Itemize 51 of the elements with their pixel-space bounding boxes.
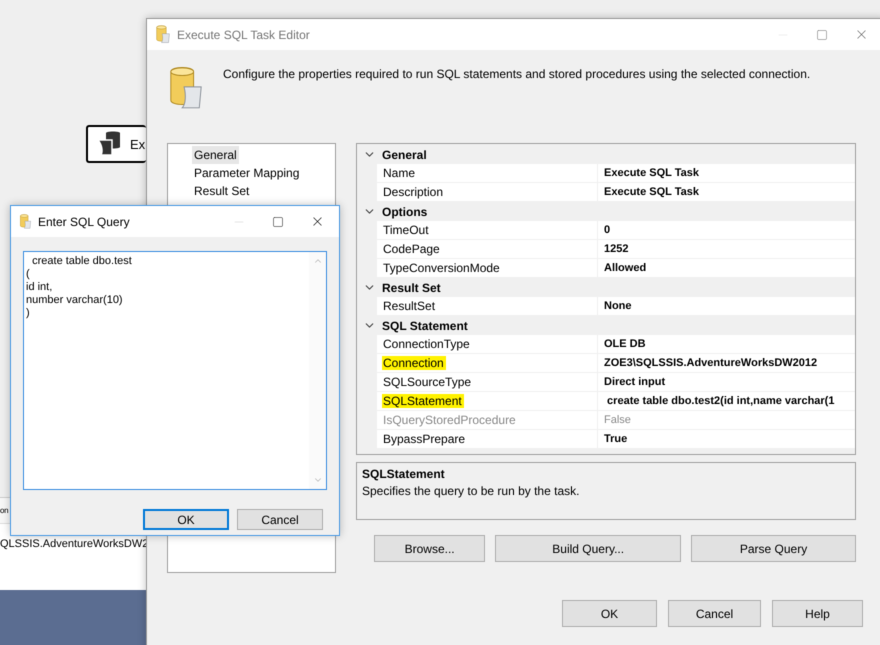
dialog-button[interactable]: OK [143, 509, 229, 530]
category-label: General [382, 148, 427, 162]
description-text: Configure the properties required to run SQL statements and stored procedures using the selected connection. [223, 67, 810, 81]
property-name: ResultSet [382, 299, 436, 313]
property-name: Name [382, 166, 416, 180]
property-name: IsQueryStoredProcedure [382, 413, 517, 427]
property-value[interactable]: Direct input [598, 373, 855, 391]
task-label: Ex [130, 136, 146, 152]
dialog-button[interactable]: Help [772, 600, 863, 627]
dialog-button[interactable]: OK [562, 600, 657, 627]
property-name: SQLSourceType [382, 375, 472, 389]
property-value[interactable]: Allowed [598, 259, 855, 277]
query-button[interactable]: Browse... [374, 535, 486, 562]
property-value[interactable]: 1252 [598, 240, 855, 258]
property-name: Description [382, 185, 444, 199]
category-label: Options [382, 204, 428, 218]
dialog-title: Enter SQL Query [38, 214, 131, 228]
database-icon [19, 214, 32, 229]
page-item[interactable]: General [192, 146, 239, 164]
window-title: Execute SQL Task Editor [177, 28, 311, 42]
property-name: CodePage [382, 242, 441, 256]
property-value[interactable]: ZOE3\SQLSSIS.AdventureWorksDW2012 [598, 354, 855, 372]
connection-value: QLSSIS.AdventureWorksDW2 [0, 538, 146, 550]
category-label: Result Set [382, 280, 441, 294]
dialog-button[interactable]: Cancel [668, 600, 761, 627]
help-title: SQLStatement [362, 467, 445, 481]
property-value[interactable]: 0 [598, 221, 855, 239]
property-value[interactable]: None [598, 297, 855, 315]
task-node[interactable]: Ex [86, 125, 146, 163]
help-text: Specifies the query to be run by the task. [362, 484, 580, 498]
query-button[interactable]: Build Query... [495, 535, 682, 562]
page-item[interactable]: Parameter Mapping [192, 164, 302, 182]
property-value[interactable]: OLE DB [598, 335, 855, 353]
property-value[interactable]: True [598, 430, 855, 448]
category-label: SQL Statement [382, 318, 468, 332]
database-icon [155, 25, 171, 44]
property-name: SQLStatement [382, 394, 464, 408]
property-value[interactable]: Execute SQL Task [598, 183, 855, 201]
property-name: BypassPrepare [382, 432, 466, 446]
page-item[interactable]: Result Set [192, 182, 252, 200]
property-name: TypeConversionMode [382, 261, 501, 275]
property-name: TimeOut [382, 223, 430, 237]
column-header: on [0, 506, 8, 515]
maximize-icon[interactable] [272, 216, 284, 228]
property-name: Connection [382, 356, 446, 370]
property-value[interactable]: Execute SQL Task [598, 164, 855, 182]
property-name: ConnectionType [382, 337, 471, 351]
property-value[interactable]: create table dbo.test2(id int,name varchar(1 [598, 392, 855, 410]
query-button[interactable]: Parse Query [691, 535, 856, 562]
maximize-icon[interactable] [816, 28, 828, 40]
dialog-button[interactable]: Cancel [237, 509, 323, 530]
